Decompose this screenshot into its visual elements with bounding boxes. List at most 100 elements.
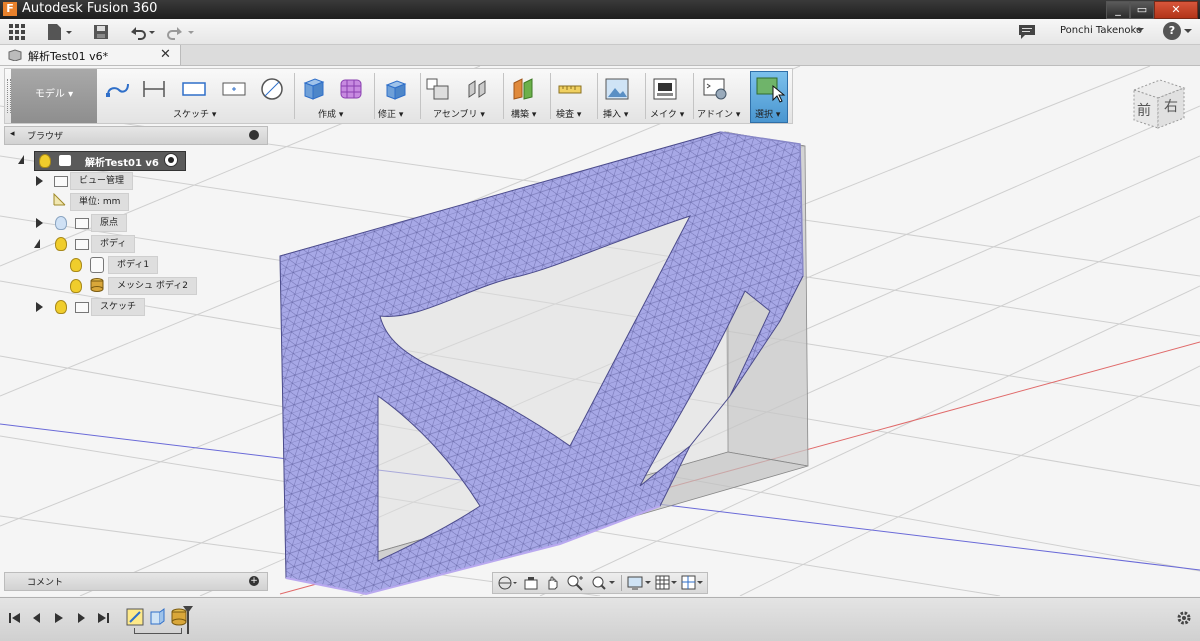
redo-icon[interactable] (166, 23, 196, 41)
new-component-icon[interactable] (425, 77, 451, 101)
browser-options-icon[interactable] (249, 130, 259, 140)
browser-item-bodies[interactable]: ボディ (91, 235, 136, 253)
create-group-label[interactable]: 作成 ▾ (318, 107, 343, 120)
canvas-viewport[interactable]: 前 右 (0, 66, 1200, 596)
joint-icon[interactable] (465, 77, 491, 101)
document-tab-bar: 解析Test01 v6* ✕ (0, 45, 1200, 66)
browser-collapse-arrow-icon[interactable] (34, 239, 40, 248)
3d-print-icon[interactable] (652, 77, 678, 101)
title-bar: F Autodesk Fusion 360 _ ▭ ✕ (0, 0, 1200, 19)
timeline-sketch-feature-icon[interactable] (126, 608, 144, 626)
browser-expand-arrow-icon[interactable] (36, 176, 43, 186)
minimize-button[interactable]: _ (1106, 1, 1130, 19)
sketch-group-label[interactable]: スケッチ ▾ (173, 107, 216, 120)
offset-plane-icon[interactable] (511, 77, 537, 101)
close-tab-icon[interactable]: ✕ (160, 47, 171, 62)
timeline-prev-icon[interactable] (30, 611, 44, 625)
timeline-bar (0, 597, 1200, 641)
browser-item-body1[interactable]: ボディ1 (108, 256, 159, 274)
save-icon[interactable] (92, 23, 110, 41)
addins-group-label[interactable]: アドイン ▾ (697, 107, 740, 120)
toolbar-separator (597, 73, 598, 119)
construct-group-label[interactable]: 構築 ▾ (511, 107, 536, 120)
comments-panel-header[interactable]: コメント + (4, 572, 268, 591)
timeline-first-icon[interactable] (8, 611, 22, 625)
orbit-icon[interactable] (497, 575, 519, 591)
modify-group-label[interactable]: 修正 ▾ (378, 107, 403, 120)
browser-item-units[interactable]: 単位: mm (70, 193, 130, 211)
file-menu-icon[interactable] (46, 23, 74, 41)
folder-icon (54, 176, 68, 187)
undo-icon[interactable] (127, 23, 157, 41)
folder-icon (75, 302, 89, 313)
notification-icon[interactable] (1018, 24, 1036, 40)
visibility-bulb-icon[interactable] (70, 279, 82, 293)
timeline-marker[interactable] (182, 605, 194, 635)
browser-item-mesh-body2[interactable]: メッシュ ボディ2 (108, 277, 197, 295)
view-cube-front[interactable]: 前 (1137, 100, 1151, 120)
timeline-last-icon[interactable] (96, 611, 110, 625)
visibility-bulb-icon[interactable] (39, 154, 51, 168)
scripts-addins-icon[interactable] (702, 77, 728, 101)
browser-item-named-views[interactable]: ビュー管理 (70, 172, 134, 190)
inspect-group-label[interactable]: 検査 ▾ (556, 107, 581, 120)
navigation-bar (492, 572, 708, 594)
component-icon (59, 155, 71, 166)
browser-item-origin[interactable]: 原点 (91, 214, 128, 232)
visibility-bulb-icon[interactable] (55, 300, 67, 314)
pan-hand-icon[interactable] (545, 575, 561, 591)
close-window-button[interactable]: ✕ (1154, 1, 1198, 19)
browser-collapse-icon[interactable]: ◂ (10, 129, 15, 139)
assemble-group-label[interactable]: アセンブリ ▾ (433, 107, 485, 120)
help-icon[interactable]: ? (1163, 22, 1181, 40)
zoom-icon[interactable] (567, 575, 585, 591)
browser-item-sketches[interactable]: スケッチ (91, 298, 146, 316)
add-comment-icon[interactable]: + (249, 576, 259, 586)
visibility-bulb-icon[interactable] (70, 258, 82, 272)
create-sketch-icon[interactable] (105, 77, 131, 101)
timeline-next-icon[interactable] (74, 611, 88, 625)
visibility-bulb-off-icon[interactable] (55, 216, 67, 230)
press-pull-icon[interactable] (383, 77, 409, 101)
select-group-label[interactable]: 選択 ▾ (755, 107, 780, 120)
activate-radio-icon[interactable] (164, 153, 178, 167)
visibility-bulb-icon[interactable] (55, 237, 67, 251)
browser-expand-arrow-icon[interactable] (18, 155, 24, 164)
app-grid-icon[interactable] (8, 23, 26, 41)
workspace-switcher[interactable]: モデル ▾ (11, 69, 97, 123)
view-cube-right[interactable]: 右 (1164, 96, 1178, 116)
measure-icon[interactable] (557, 77, 583, 101)
fit-zoom-icon[interactable] (591, 575, 617, 591)
dimension-icon[interactable] (141, 77, 167, 101)
extrude-icon[interactable] (301, 77, 327, 101)
document-tab[interactable]: 解析Test01 v6* ✕ (0, 45, 181, 65)
insert-group-label[interactable]: 挿入 ▾ (603, 107, 628, 120)
timeline-settings-gear-icon[interactable] (1176, 610, 1192, 626)
quick-access-bar: Ponchi Takenoko ? (0, 19, 1200, 45)
maximize-button[interactable]: ▭ (1130, 1, 1154, 19)
timeline-extrude-feature-icon[interactable] (148, 608, 166, 626)
center-rectangle-icon[interactable] (221, 77, 247, 101)
viewport-canvas[interactable] (0, 66, 1200, 596)
timeline-play-icon[interactable] (52, 611, 66, 625)
user-name-label[interactable]: Ponchi Takenoko (1060, 25, 1142, 36)
document-tab-title: 解析Test01 v6* (28, 50, 109, 63)
browser-expand-arrow-icon[interactable] (36, 218, 43, 228)
insert-image-icon[interactable] (604, 77, 630, 101)
look-at-icon[interactable] (523, 575, 539, 591)
grid-settings-icon[interactable] (655, 575, 679, 591)
component-icon (8, 49, 22, 62)
circle-icon[interactable] (259, 77, 285, 101)
toolbar-separator (693, 73, 694, 119)
make-group-label[interactable]: メイク ▾ (650, 107, 684, 120)
user-menu-chevron-icon[interactable] (1136, 25, 1144, 35)
rectangle-icon[interactable] (181, 77, 207, 101)
view-cube[interactable]: 前 右 (1130, 76, 1188, 130)
viewports-icon[interactable] (681, 575, 705, 591)
help-chevron-icon[interactable] (1184, 26, 1192, 36)
browser-header[interactable]: ◂ ブラウザ (4, 126, 268, 145)
form-icon[interactable] (339, 77, 365, 101)
display-settings-icon[interactable] (627, 575, 653, 591)
browser-expand-arrow-icon[interactable] (36, 302, 43, 312)
folder-icon (75, 218, 89, 229)
